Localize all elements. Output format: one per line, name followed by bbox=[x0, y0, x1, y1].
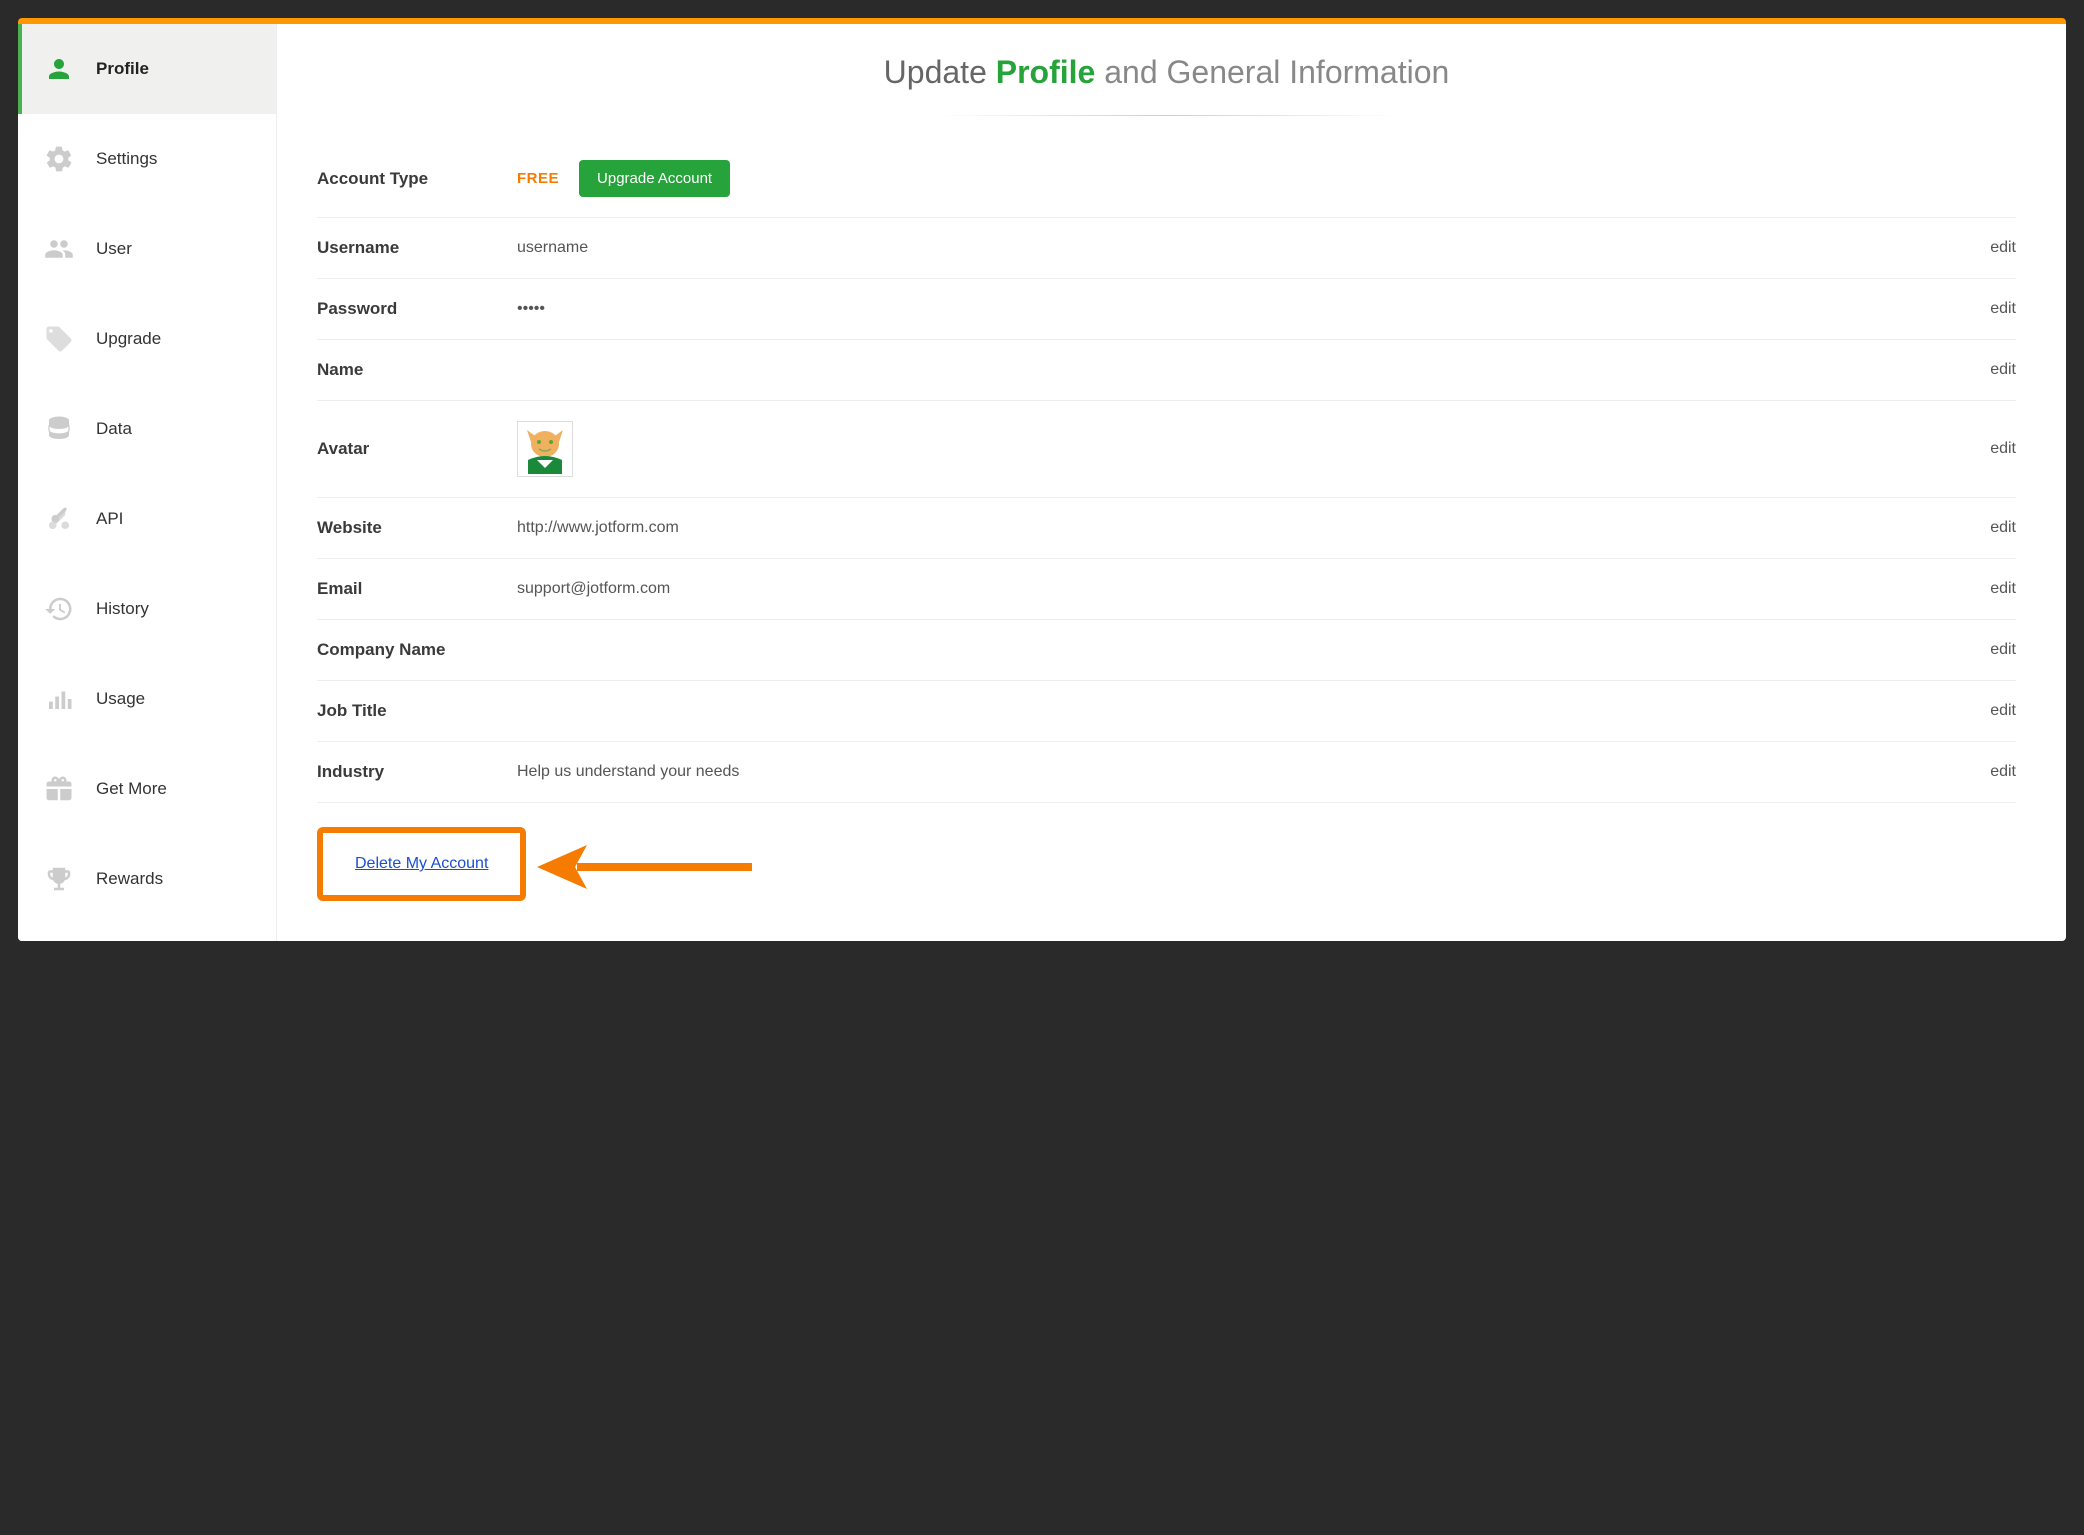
edit-link[interactable]: edit bbox=[1990, 361, 2016, 379]
row-label: Website bbox=[317, 518, 517, 538]
title-divider bbox=[937, 115, 1397, 116]
edit-link[interactable]: edit bbox=[1990, 702, 2016, 720]
sidebar-item-api[interactable]: API bbox=[18, 474, 276, 564]
sidebar-item-get-more[interactable]: Get More bbox=[18, 744, 276, 834]
sidebar-item-settings[interactable]: Settings bbox=[18, 114, 276, 204]
sidebar-item-data[interactable]: Data bbox=[18, 384, 276, 474]
row-email: Email support@jotform.com edit bbox=[317, 559, 2016, 620]
history-icon bbox=[40, 590, 78, 628]
avatar-image bbox=[517, 421, 573, 477]
person-icon bbox=[40, 50, 78, 88]
sidebar-item-label: Usage bbox=[96, 689, 145, 709]
sidebar-item-label: API bbox=[96, 509, 123, 529]
upgrade-account-button[interactable]: Upgrade Account bbox=[579, 160, 730, 197]
account-type-badge: FREE bbox=[517, 170, 559, 187]
sidebar-item-label: Data bbox=[96, 419, 132, 439]
sidebar-item-usage[interactable]: Usage bbox=[18, 654, 276, 744]
edit-link[interactable]: edit bbox=[1990, 239, 2016, 257]
edit-link[interactable]: edit bbox=[1990, 580, 2016, 598]
keys-icon bbox=[40, 500, 78, 538]
row-label: Industry bbox=[317, 762, 517, 782]
sidebar-item-label: Profile bbox=[96, 59, 149, 79]
sidebar-item-label: Settings bbox=[96, 149, 157, 169]
delete-account-highlight: Delete My Account bbox=[317, 827, 526, 901]
row-label: Email bbox=[317, 579, 517, 599]
sidebar-item-label: Upgrade bbox=[96, 329, 161, 349]
annotation-arrow-icon bbox=[527, 839, 757, 899]
gift-icon bbox=[40, 770, 78, 808]
row-company: Company Name edit bbox=[317, 620, 2016, 681]
sidebar: Profile Settings User Upgrade Data API bbox=[18, 24, 276, 941]
row-value: support@jotform.com bbox=[517, 580, 1990, 598]
row-job-title: Job Title edit bbox=[317, 681, 2016, 742]
main-content: Update Profile and General Information A… bbox=[276, 24, 2066, 941]
sidebar-item-label: Rewards bbox=[96, 869, 163, 889]
row-label: Username bbox=[317, 238, 517, 258]
row-label: Password bbox=[317, 299, 517, 319]
row-value: ••••• bbox=[517, 300, 1990, 318]
row-label: Account Type bbox=[317, 169, 517, 189]
row-account-type: Account Type FREE Upgrade Account bbox=[317, 140, 2016, 218]
sidebar-item-profile[interactable]: Profile bbox=[18, 24, 276, 114]
row-avatar: Avatar edit bbox=[317, 401, 2016, 498]
sidebar-item-label: User bbox=[96, 239, 132, 259]
row-value: Help us understand your needs bbox=[517, 763, 1990, 781]
sidebar-item-label: History bbox=[96, 599, 149, 619]
page-title: Update Profile and General Information bbox=[317, 54, 2016, 91]
sidebar-item-rewards[interactable]: Rewards bbox=[18, 834, 276, 924]
edit-link[interactable]: edit bbox=[1990, 519, 2016, 537]
row-value: username bbox=[517, 239, 1990, 257]
sidebar-item-upgrade[interactable]: Upgrade bbox=[18, 294, 276, 384]
sidebar-item-history[interactable]: History bbox=[18, 564, 276, 654]
edit-link[interactable]: edit bbox=[1990, 440, 2016, 458]
row-label: Job Title bbox=[317, 701, 517, 721]
sidebar-item-user[interactable]: User bbox=[18, 204, 276, 294]
row-value: http://www.jotform.com bbox=[517, 519, 1990, 537]
sidebar-item-label: Get More bbox=[96, 779, 167, 799]
edit-link[interactable]: edit bbox=[1990, 763, 2016, 781]
row-label: Name bbox=[317, 360, 517, 380]
delete-account-link[interactable]: Delete My Account bbox=[355, 855, 488, 872]
edit-link[interactable]: edit bbox=[1990, 300, 2016, 318]
tag-icon bbox=[40, 320, 78, 358]
edit-link[interactable]: edit bbox=[1990, 641, 2016, 659]
row-label: Avatar bbox=[317, 439, 517, 459]
database-icon bbox=[40, 410, 78, 448]
row-username: Username username edit bbox=[317, 218, 2016, 279]
row-password: Password ••••• edit bbox=[317, 279, 2016, 340]
gears-icon bbox=[40, 140, 78, 178]
row-industry: Industry Help us understand your needs e… bbox=[317, 742, 2016, 803]
row-name: Name edit bbox=[317, 340, 2016, 401]
bars-icon bbox=[40, 680, 78, 718]
users-icon bbox=[40, 230, 78, 268]
row-website: Website http://www.jotform.com edit bbox=[317, 498, 2016, 559]
trophy-icon bbox=[40, 860, 78, 898]
row-label: Company Name bbox=[317, 640, 517, 660]
